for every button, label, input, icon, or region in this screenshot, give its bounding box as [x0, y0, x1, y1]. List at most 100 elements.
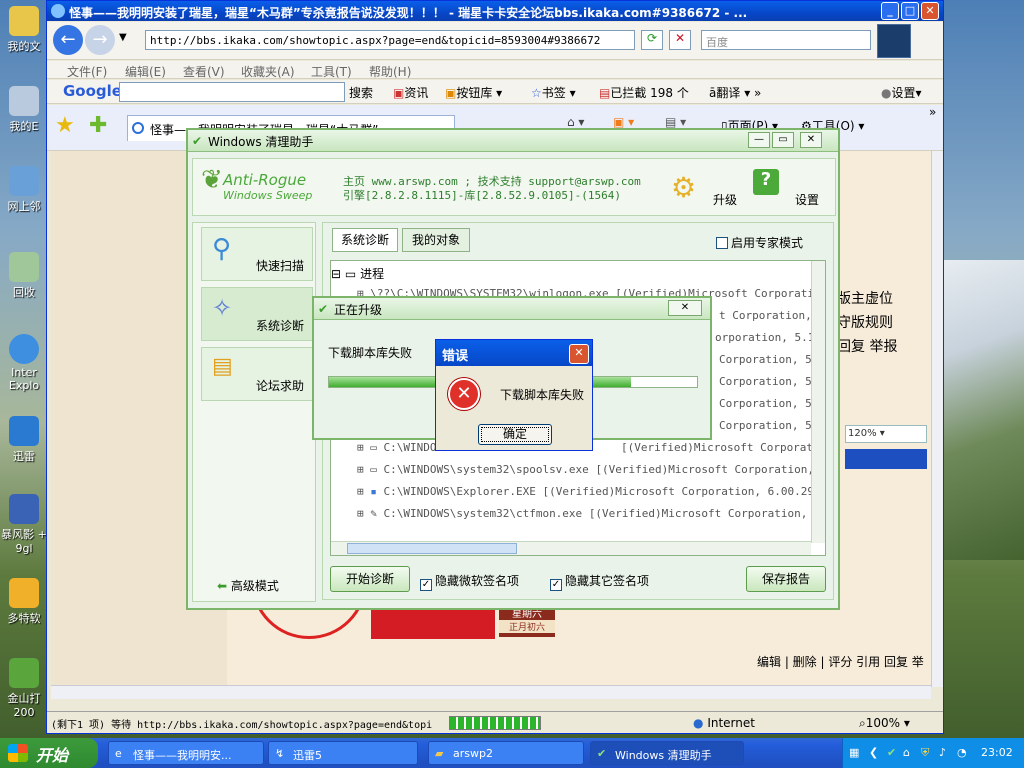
menu-edit[interactable]: 编辑(E) [125, 63, 166, 80]
error-close-button[interactable]: ✕ [569, 344, 589, 364]
volume-icon[interactable]: ♪ [939, 746, 946, 759]
stop-icon[interactable]: ✕ [669, 30, 691, 50]
task-ie[interactable]: e 怪事——我明明安... [108, 741, 264, 765]
cleaner-minimize-button[interactable]: — [748, 132, 770, 148]
close-button[interactable]: ✕ [921, 2, 939, 20]
tab-my-objects[interactable]: 我的对象 [402, 228, 470, 252]
desktop-icon-network[interactable]: 网上邻 [0, 166, 48, 214]
address-input[interactable]: http://bbs.ikaka.com/showtopic.aspx?page… [145, 30, 635, 50]
back-icon[interactable]: ← [53, 25, 83, 55]
minimize-button[interactable]: _ [881, 2, 899, 20]
advanced-mode-link[interactable]: ⬅ 高级模式 [217, 577, 279, 594]
menu-file[interactable]: 文件(F) [67, 63, 107, 80]
print-icon[interactable]: ▤ ▾ [665, 115, 686, 129]
menu-tools[interactable]: 工具(T) [311, 63, 352, 80]
news-button[interactable]: ▣资讯 [393, 84, 428, 101]
home-icon[interactable]: ⌂ ▾ [567, 115, 584, 129]
refresh-icon[interactable]: ⟳ [641, 30, 663, 50]
add-favorites-icon[interactable]: ✚ [89, 113, 107, 138]
favorites-star-icon[interactable]: ★ [55, 113, 75, 138]
tree-hscroll[interactable] [331, 541, 811, 555]
search-input[interactable]: 百度 [701, 30, 871, 50]
tree-row[interactable]: ⊞ ✎ C:\WINDOWS\system32\ctfmon.exe [(Ver… [357, 507, 825, 529]
start-button[interactable]: 开始 [0, 738, 98, 768]
cleaner-tray-icon[interactable]: ✔ [887, 746, 896, 759]
cleaner-app-icon: ✔ [192, 134, 203, 148]
search-provider-logo[interactable] [877, 24, 911, 58]
tree-hscroll-thumb[interactable] [347, 543, 517, 554]
hide-other-checkbox[interactable]: ✓ 隐藏其它签名项 [550, 572, 649, 591]
tree-vscroll[interactable] [811, 261, 825, 543]
translate-button[interactable]: ā翻译 ▾ » [709, 84, 761, 101]
upgrade-gear-icon[interactable]: ⚙ [671, 171, 696, 204]
task-cleaner[interactable]: ✔ Windows 清理助手 [590, 741, 744, 765]
more-commands[interactable]: » [929, 105, 936, 119]
error-ok-button[interactable]: 确定 [478, 424, 552, 445]
task-arswp2[interactable]: ▰ arswp2 [428, 741, 584, 765]
menu-favorites[interactable]: 收藏夹(A) [241, 63, 295, 80]
history-dropdown-icon[interactable]: ▼ [119, 32, 127, 43]
help-question-icon[interactable]: ? [753, 169, 779, 195]
status-zoom[interactable]: ⌕100% ▾ [859, 716, 910, 731]
nav-forum-help[interactable]: ▤ 论坛求助 [201, 347, 313, 401]
folder-icon [9, 6, 39, 36]
checkbox-checked-icon: ✓ [420, 579, 432, 591]
tab-system-diagnose[interactable]: 系统诊断 [332, 228, 398, 252]
ie-icon: e [115, 747, 122, 760]
upgrade-label[interactable]: 升级 [713, 191, 737, 208]
upgrade-titlebar[interactable]: ✔ 正在升级 [314, 298, 710, 320]
task-xunlei[interactable]: ↯ 迅雷5 [268, 741, 418, 765]
tray-expand-icon[interactable]: ❮ [869, 746, 878, 759]
forward-icon[interactable]: → [85, 25, 115, 55]
desktop-icon-documents[interactable]: 我的文 [0, 6, 48, 54]
desktop-icon-computer[interactable]: 我的E [0, 86, 48, 134]
google-search-button[interactable]: 搜索 [349, 84, 373, 101]
network-tray-icon[interactable]: ⌂ [903, 746, 910, 759]
cleaner-close-button[interactable]: ✕ [800, 132, 822, 148]
start-diagnose-button[interactable]: 开始诊断 [330, 566, 410, 592]
tree-row[interactable]: ⊞ ▭ C:\WINDO [(Verified)Microsoft Corpora… [357, 441, 825, 463]
maximize-button[interactable]: □ [901, 2, 919, 20]
bookmarks-button[interactable]: ☆书签 ▾ [531, 84, 576, 101]
button-gallery[interactable]: ▣按钮库 ▾ [445, 84, 502, 101]
settings-label[interactable]: 设置 [795, 191, 819, 208]
tree-root[interactable]: ⊟ ▭ 进程 [331, 265, 384, 287]
clock[interactable]: 23:02 [981, 746, 1013, 759]
nav-system-diagnose[interactable]: ✧ 系统诊断 [201, 287, 313, 341]
shield-icon[interactable]: ⛨ [921, 746, 929, 760]
clock-tray-icon[interactable]: ◔ [957, 746, 967, 759]
ie-icon [9, 334, 39, 364]
desktop-icon-recycle[interactable]: 回收 [0, 252, 48, 300]
desktop-icon-storm[interactable]: 暴风影 + 9gl [0, 494, 48, 555]
google-search-input[interactable] [119, 82, 345, 102]
desktop-icon-duote[interactable]: 多特软 [0, 578, 48, 626]
tree-row[interactable]: ⊞ ▪ C:\WINDOWS\Explorer.EXE [(Verified)M… [357, 485, 825, 507]
keyboard-icon[interactable]: ▦ [849, 746, 859, 759]
desktop-icon-xunlei[interactable]: 迅雷 [0, 416, 48, 464]
hide-microsoft-checkbox[interactable]: ✓ 隐藏微软签名项 [420, 572, 519, 591]
desktop-icon-ie[interactable]: Inter Explo [0, 334, 48, 392]
popup-blocker[interactable]: ▤已拦截 198 个 [599, 84, 689, 101]
cleaner-titlebar[interactable]: ✔ Windows 清理助手 [188, 130, 838, 152]
expert-mode-checkbox[interactable]: 启用专家模式 [716, 234, 803, 251]
tree-row[interactable]: ⊞ ▭ C:\WINDOWS\system32\spoolsv.exe [(Ve… [357, 463, 825, 485]
menu-help[interactable]: 帮助(H) [369, 63, 411, 80]
error-x-icon: ✕ [448, 378, 480, 410]
save-report-button[interactable]: 保存报告 [746, 566, 826, 592]
menu-view[interactable]: 查看(V) [183, 63, 225, 80]
cleaner-restore-button[interactable]: ▭ [772, 132, 794, 148]
nav-quick-scan[interactable]: ⚲ 快速扫描 [201, 227, 313, 281]
system-tray: ▦ ❮ ✔ ⌂ ⛨ ♪ ◔ 23:02 [842, 738, 1024, 768]
address-row: ← → ▼ http://bbs.ikaka.com/showtopic.asp… [47, 22, 943, 60]
ie-titlebar[interactable]: 怪事——我明明安装了瑞星，瑞星“木马群”专杀竟报告说没发现！！！ - 瑞星卡卡安… [47, 1, 943, 21]
horizontal-scrollbar[interactable] [51, 685, 931, 699]
feeds-icon[interactable]: ▣ ▾ [613, 115, 634, 129]
blocker-icon: ▤ [599, 86, 611, 100]
google-settings[interactable]: ●设置▾ [881, 84, 922, 101]
post-action-links[interactable]: 编辑 | 删除 | 评分 引用 回复 举 [757, 653, 924, 670]
vertical-scrollbar[interactable] [931, 151, 943, 687]
desktop-icon-kingsoft[interactable]: 金山打 200 [0, 658, 48, 719]
news-icon: ▣ [393, 86, 405, 100]
inner-zoom[interactable]: 120% ▾ [845, 425, 927, 443]
upgrade-close-button[interactable]: ✕ [668, 300, 702, 316]
